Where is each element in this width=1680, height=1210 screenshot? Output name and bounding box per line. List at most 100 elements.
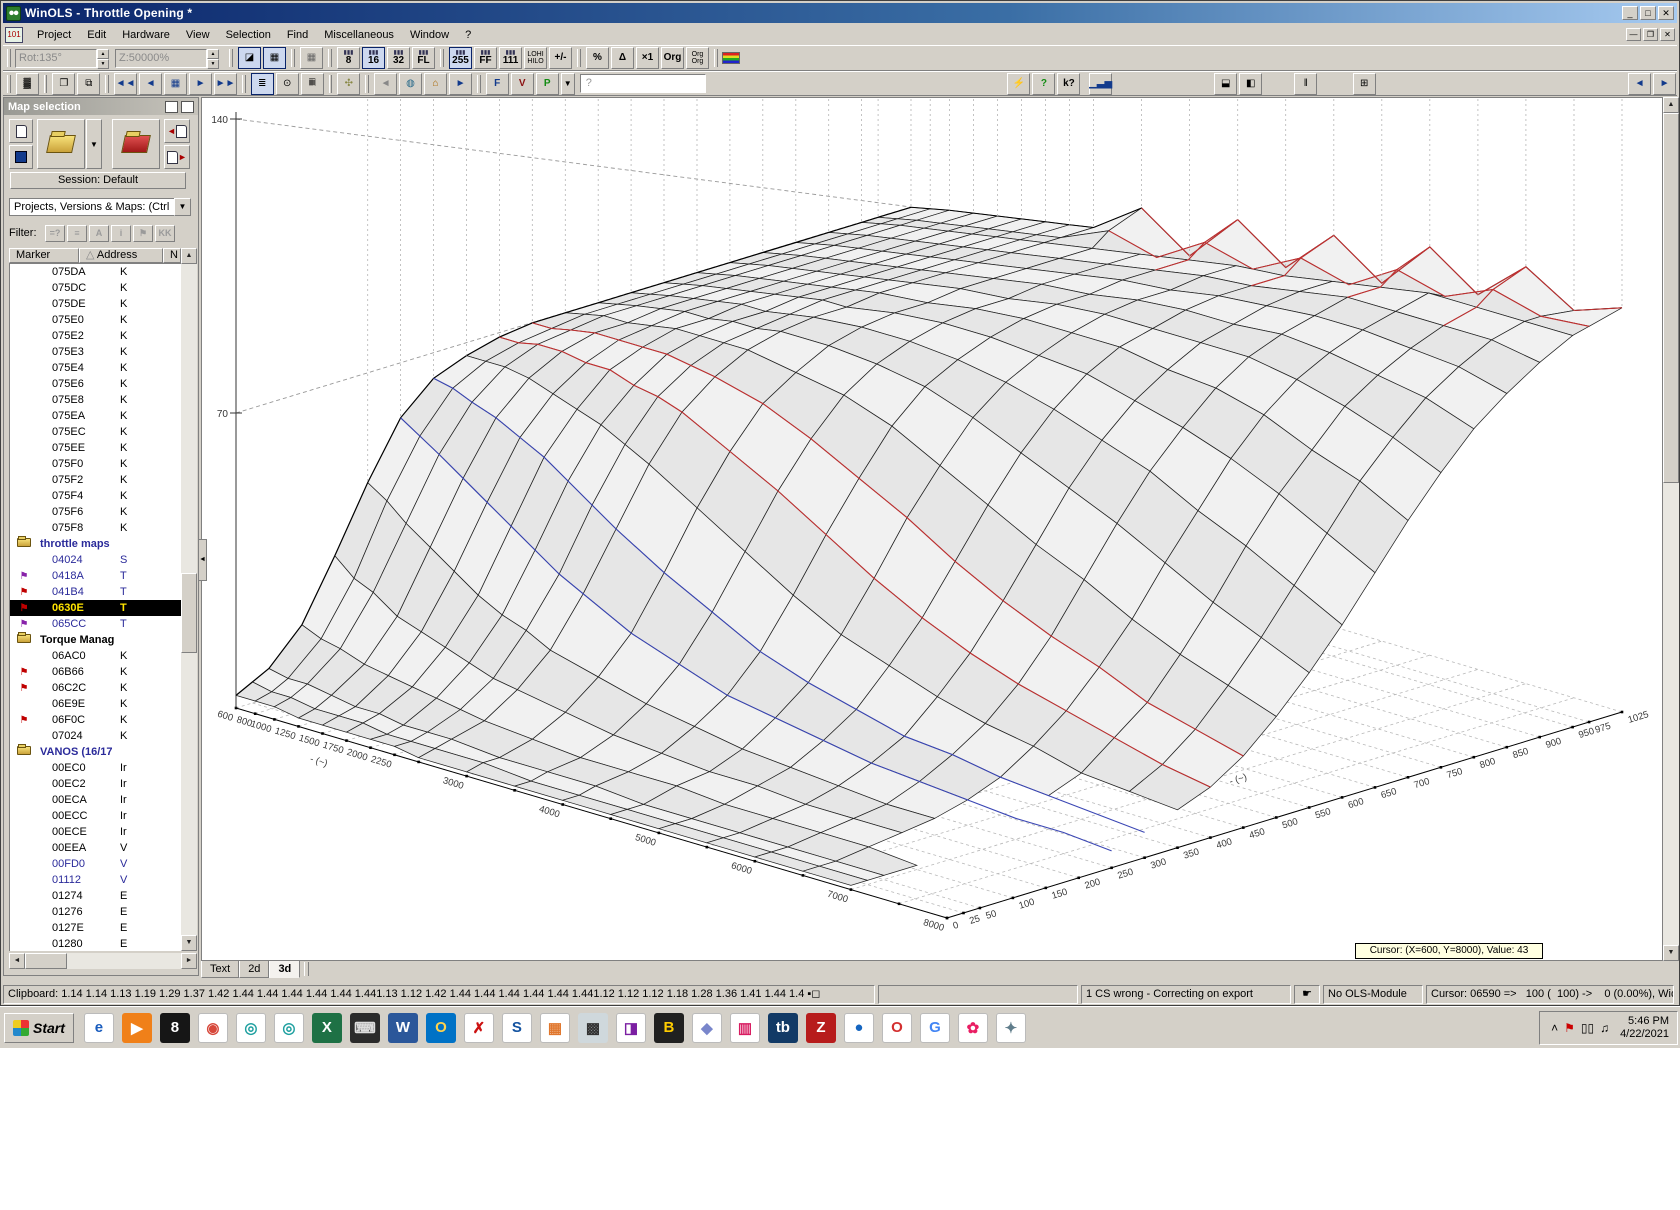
map-row[interactable]: 075E3 K bbox=[10, 344, 181, 360]
toolbar-grip[interactable] bbox=[440, 49, 444, 67]
split-vertical-icon[interactable]: ◧ bbox=[1239, 72, 1263, 95]
filter-f-icon[interactable]: F bbox=[485, 72, 509, 95]
map-row[interactable]: 075E2 K bbox=[10, 328, 181, 344]
map-row[interactable]: ⚑ 041B4 T bbox=[10, 584, 181, 600]
panel-collapse-handle[interactable]: ◄ bbox=[198, 539, 207, 581]
tab-2d[interactable]: 2d bbox=[239, 961, 270, 978]
filter-button-2[interactable]: A bbox=[89, 224, 109, 242]
camera8-icon[interactable]: 8 bbox=[159, 1012, 190, 1043]
scroll-down-icon[interactable]: ▼ bbox=[181, 935, 197, 951]
upload-icon[interactable]: ⌂ bbox=[424, 72, 448, 95]
map-row[interactable]: 075DC K bbox=[10, 280, 181, 296]
toolbar-grip[interactable] bbox=[328, 49, 332, 67]
help-icon[interactable]: ? bbox=[1032, 72, 1056, 95]
map-table-icon[interactable]: ▦ bbox=[164, 72, 188, 95]
map-row[interactable]: 075E6 K bbox=[10, 376, 181, 392]
menu-selection[interactable]: Selection bbox=[218, 26, 279, 44]
back-icon[interactable]: ◄ bbox=[374, 72, 398, 95]
map-row[interactable]: 01274 E bbox=[10, 888, 181, 904]
tray-flag-icon[interactable]: ⚑ bbox=[1564, 1021, 1575, 1035]
chart-icon[interactable]: ▁▃▅ bbox=[1089, 72, 1112, 95]
map-row[interactable]: 00ECA Ir bbox=[10, 792, 181, 808]
column-marker[interactable]: Marker bbox=[9, 248, 79, 263]
zoom-down[interactable]: ▼ bbox=[207, 58, 219, 69]
lohi-hilo-button[interactable]: LOHI HILO bbox=[524, 47, 547, 69]
color-scale-icon[interactable] bbox=[722, 52, 740, 64]
context-help-icon[interactable]: k? bbox=[1057, 72, 1081, 95]
outlook-icon[interactable]: O bbox=[425, 1012, 456, 1043]
list-hscroll-thumb[interactable] bbox=[25, 953, 67, 969]
filter-dropdown-icon[interactable]: ▼ bbox=[560, 72, 575, 95]
opera-icon[interactable]: O bbox=[881, 1012, 912, 1043]
new-window-icon[interactable]: ❐ bbox=[52, 72, 76, 95]
list-horizontal-scrollbar[interactable]: ◄ ► bbox=[9, 953, 197, 969]
bitwidth-32[interactable]: ▮▮▮ 32 bbox=[387, 47, 410, 69]
teal-app2-icon[interactable]: ◎ bbox=[273, 1012, 304, 1043]
filter-button-1[interactable]: ≡ bbox=[67, 224, 87, 242]
map-row[interactable]: 06AC0 K bbox=[10, 648, 181, 664]
teal-app-icon[interactable]: ◎ bbox=[235, 1012, 266, 1043]
map-row[interactable]: ⚑ 06F0C K bbox=[10, 712, 181, 728]
globe-icon[interactable]: ◍ bbox=[399, 72, 423, 95]
map-row[interactable]: 0127E E bbox=[10, 920, 181, 936]
display-mode-ff[interactable]: ▮▮▮ FF bbox=[474, 47, 497, 69]
tab-text[interactable]: Text bbox=[201, 961, 240, 978]
toolbar-grip[interactable] bbox=[365, 74, 370, 93]
s-curve-icon[interactable]: S bbox=[501, 1012, 532, 1043]
import-file-button[interactable]: ◄ bbox=[164, 119, 190, 143]
last-map-icon[interactable]: ►► bbox=[214, 72, 238, 95]
chart-vertical-scrollbar[interactable]: ▲ ▼ bbox=[1663, 97, 1679, 961]
map-row[interactable]: 075F2 K bbox=[10, 472, 181, 488]
rotation-up[interactable]: ▲ bbox=[97, 48, 109, 59]
save-button[interactable] bbox=[9, 145, 33, 169]
map-row[interactable]: 075F0 K bbox=[10, 456, 181, 472]
sign-toggle-button[interactable]: +/- bbox=[549, 47, 572, 69]
scroll-right-icon[interactable]: ► bbox=[181, 953, 197, 969]
start-button[interactable]: Start bbox=[4, 1012, 74, 1043]
toolbar-grip[interactable] bbox=[242, 74, 246, 93]
map-row[interactable]: ⚑ 06B66 K bbox=[10, 664, 181, 680]
delta-button[interactable]: Δ bbox=[611, 47, 634, 69]
taskbar-clock[interactable]: 5:46 PM 4/22/2021 bbox=[1620, 1015, 1669, 1041]
hexdump-icon[interactable]: ▓ bbox=[15, 72, 39, 95]
menu-project[interactable]: Project bbox=[29, 26, 79, 44]
map-row[interactable]: 075F6 K bbox=[10, 504, 181, 520]
menu-find[interactable]: Find bbox=[279, 26, 316, 44]
first-map-icon[interactable]: ◄◄ bbox=[114, 72, 138, 95]
map-row[interactable]: 04024 S bbox=[10, 552, 181, 568]
map-row[interactable]: ⚑ 06C2C K bbox=[10, 680, 181, 696]
keyboard-icon[interactable]: ⌨ bbox=[349, 1012, 380, 1043]
scroll-up-icon[interactable]: ▲ bbox=[181, 248, 197, 264]
sevenzip-icon[interactable]: Z bbox=[805, 1012, 836, 1043]
toolbar-grip[interactable] bbox=[714, 49, 718, 67]
map-row[interactable]: 01280 E bbox=[10, 936, 181, 951]
bitwidth-8[interactable]: ▮▮▮ 8 bbox=[337, 47, 360, 69]
eprom-icon[interactable]: B bbox=[653, 1012, 684, 1043]
map-row[interactable]: ⚑ 0630E T bbox=[10, 600, 181, 616]
files-icon[interactable]: ▦ bbox=[539, 1012, 570, 1043]
blue-circle-icon[interactable]: ● bbox=[843, 1012, 874, 1043]
bitwidth-fl[interactable]: ▮▮▮ FL bbox=[412, 47, 435, 69]
new-project-button[interactable] bbox=[9, 119, 33, 143]
display-mode-111[interactable]: ▮▮▮ 111 bbox=[499, 47, 522, 69]
next-map-icon[interactable]: ► bbox=[189, 72, 213, 95]
session-button[interactable]: Session: Default bbox=[10, 172, 186, 189]
org-org-button[interactable]: Org Org bbox=[686, 47, 709, 69]
tray-volume-icon[interactable]: ♫ bbox=[1600, 1021, 1609, 1035]
connectors-icon[interactable]: ✣ bbox=[337, 72, 361, 95]
google-icon[interactable]: G bbox=[919, 1012, 950, 1043]
tray-network-icon[interactable]: ▯▯ bbox=[1581, 1021, 1594, 1035]
toolbar-grip[interactable] bbox=[577, 49, 581, 67]
zoom-field[interactable]: Z:50000% bbox=[115, 48, 207, 68]
scroll-down-icon[interactable]: ▼ bbox=[1663, 945, 1679, 961]
palette-icon[interactable]: ◨ bbox=[615, 1012, 646, 1043]
open-dropdown-button[interactable]: ▼ bbox=[86, 119, 102, 169]
word-icon[interactable]: W bbox=[387, 1012, 418, 1043]
menu-miscellaneous[interactable]: Miscellaneous bbox=[316, 26, 402, 44]
tab-3d[interactable]: 3d bbox=[269, 961, 301, 978]
map-row[interactable]: 075EA K bbox=[10, 408, 181, 424]
view-mode-select[interactable]: Projects, Versions & Maps: (Ctrl ▼ bbox=[9, 198, 191, 216]
prev-map-icon[interactable]: ◄ bbox=[139, 72, 163, 95]
next-version-icon[interactable]: ► bbox=[1653, 72, 1677, 95]
map-row[interactable]: 075DA K bbox=[10, 264, 181, 280]
